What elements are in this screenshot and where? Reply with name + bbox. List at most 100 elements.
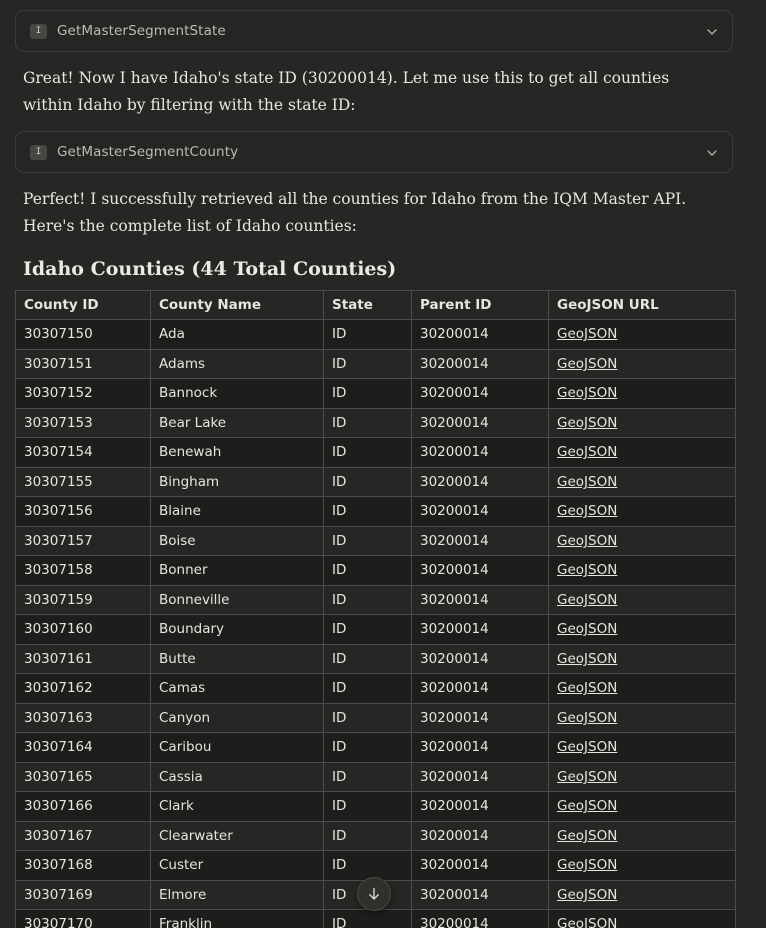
table-row: 30307170 Franklin ID 30200014 GeoJSON	[15, 909, 736, 928]
geojson-link[interactable]: GeoJSON	[557, 769, 617, 785]
parent-id-cell: 30200014	[411, 584, 549, 615]
geojson-link[interactable]: GeoJSON	[557, 680, 617, 696]
county-name-cell: Bannock	[150, 378, 324, 409]
parent-id-cell: 30200014	[411, 850, 549, 881]
county-name-cell: Butte	[150, 643, 324, 674]
geojson-link[interactable]: GeoJSON	[557, 828, 617, 844]
geojson-url-cell: GeoJSON	[548, 761, 736, 792]
geojson-link[interactable]: GeoJSON	[557, 798, 617, 814]
tool-icon: I	[30, 144, 47, 160]
table-row: 30307163 Canyon ID 30200014 GeoJSON	[15, 702, 736, 733]
assistant-message: Perfect! I successfully retrieved all th…	[23, 190, 687, 235]
state-cell: ID	[323, 348, 412, 379]
county-id-cell: 30307162	[15, 673, 151, 704]
county-name-cell: Benewah	[150, 437, 324, 468]
chevron-down-icon[interactable]	[704, 24, 720, 40]
table-row: 30307157 Boise ID 30200014 GeoJSON	[15, 525, 736, 556]
county-name-cell: Boundary	[150, 614, 324, 645]
table-row: 30307151 Adams ID 30200014 GeoJSON	[15, 348, 736, 379]
geojson-url-cell: GeoJSON	[548, 614, 736, 645]
state-cell: ID	[323, 525, 412, 556]
county-name-cell: Custer	[150, 850, 324, 881]
county-name-cell: Bingham	[150, 466, 324, 497]
geojson-url-cell: GeoJSON	[548, 319, 736, 350]
parent-id-cell: 30200014	[411, 348, 549, 379]
table-row: 30307156 Blaine ID 30200014 GeoJSON	[15, 496, 736, 527]
geojson-link[interactable]: GeoJSON	[557, 739, 617, 755]
geojson-link[interactable]: GeoJSON	[557, 503, 617, 519]
geojson-url-cell: GeoJSON	[548, 496, 736, 527]
parent-id-cell: 30200014	[411, 437, 549, 468]
geojson-link[interactable]: GeoJSON	[557, 562, 617, 578]
county-name-cell: Clark	[150, 791, 324, 822]
tool-call-name: GetMasterSegmentState	[57, 23, 226, 39]
tool-call-get-master-segment-state[interactable]: I GetMasterSegmentState	[15, 10, 733, 52]
geojson-url-cell: GeoJSON	[548, 879, 736, 910]
geojson-link[interactable]: GeoJSON	[557, 621, 617, 637]
geojson-link[interactable]: GeoJSON	[557, 356, 617, 372]
state-cell: ID	[323, 732, 412, 763]
county-id-cell: 30307170	[15, 909, 151, 928]
geojson-link[interactable]: GeoJSON	[557, 916, 617, 928]
geojson-link[interactable]: GeoJSON	[557, 710, 617, 726]
parent-id-cell: 30200014	[411, 673, 549, 704]
county-name-cell: Camas	[150, 673, 324, 704]
county-name-cell: Bonneville	[150, 584, 324, 615]
geojson-link[interactable]: GeoJSON	[557, 326, 617, 342]
column-header-county-name: County Name	[150, 290, 324, 320]
county-id-cell: 30307164	[15, 732, 151, 763]
geojson-link[interactable]: GeoJSON	[557, 533, 617, 549]
table-heading: Idaho Counties (44 Total Counties)	[23, 258, 397, 280]
county-id-cell: 30307152	[15, 378, 151, 409]
table-row: 30307164 Caribou ID 30200014 GeoJSON	[15, 732, 736, 763]
column-header-state: State	[323, 290, 412, 320]
geojson-url-cell: GeoJSON	[548, 909, 736, 928]
county-name-cell: Bonner	[150, 555, 324, 586]
geojson-link[interactable]: GeoJSON	[557, 415, 617, 431]
table-row: 30307162 Camas ID 30200014 GeoJSON	[15, 673, 736, 704]
geojson-url-cell: GeoJSON	[548, 643, 736, 674]
geojson-link[interactable]: GeoJSON	[557, 444, 617, 460]
tool-icon: I	[30, 23, 47, 39]
tool-call-get-master-segment-county[interactable]: I GetMasterSegmentCounty	[15, 131, 733, 173]
county-name-cell: Elmore	[150, 879, 324, 910]
geojson-link[interactable]: GeoJSON	[557, 592, 617, 608]
table-row: 30307153 Bear Lake ID 30200014 GeoJSON	[15, 407, 736, 438]
geojson-link[interactable]: GeoJSON	[557, 385, 617, 401]
county-name-cell: Clearwater	[150, 820, 324, 851]
geojson-url-cell: GeoJSON	[548, 732, 736, 763]
geojson-link[interactable]: GeoJSON	[557, 857, 617, 873]
county-id-cell: 30307168	[15, 850, 151, 881]
scroll-to-bottom-button[interactable]	[357, 877, 391, 911]
parent-id-cell: 30200014	[411, 614, 549, 645]
county-id-cell: 30307158	[15, 555, 151, 586]
geojson-link[interactable]: GeoJSON	[557, 474, 617, 490]
table-row: 30307161 Butte ID 30200014 GeoJSON	[15, 643, 736, 674]
parent-id-cell: 30200014	[411, 378, 549, 409]
state-cell: ID	[323, 378, 412, 409]
geojson-link[interactable]: GeoJSON	[557, 887, 617, 903]
state-cell: ID	[323, 673, 412, 704]
county-id-cell: 30307157	[15, 525, 151, 556]
parent-id-cell: 30200014	[411, 555, 549, 586]
tool-call-name: GetMasterSegmentCounty	[57, 144, 239, 160]
table-row: 30307155 Bingham ID 30200014 GeoJSON	[15, 466, 736, 497]
table-row: 30307160 Boundary ID 30200014 GeoJSON	[15, 614, 736, 645]
geojson-url-cell: GeoJSON	[548, 348, 736, 379]
county-id-cell: 30307165	[15, 761, 151, 792]
parent-id-cell: 30200014	[411, 909, 549, 928]
chevron-down-icon[interactable]	[704, 145, 720, 161]
parent-id-cell: 30200014	[411, 525, 549, 556]
column-header-geojson-url: GeoJSON URL	[548, 290, 736, 320]
county-name-cell: Franklin	[150, 909, 324, 928]
geojson-url-cell: GeoJSON	[548, 407, 736, 438]
parent-id-cell: 30200014	[411, 702, 549, 733]
geojson-link[interactable]: GeoJSON	[557, 651, 617, 667]
state-cell: ID	[323, 437, 412, 468]
county-id-cell: 30307151	[15, 348, 151, 379]
state-cell: ID	[323, 702, 412, 733]
state-cell: ID	[323, 820, 412, 851]
state-cell: ID	[323, 614, 412, 645]
table-row: 30307154 Benewah ID 30200014 GeoJSON	[15, 437, 736, 468]
geojson-url-cell: GeoJSON	[548, 378, 736, 409]
